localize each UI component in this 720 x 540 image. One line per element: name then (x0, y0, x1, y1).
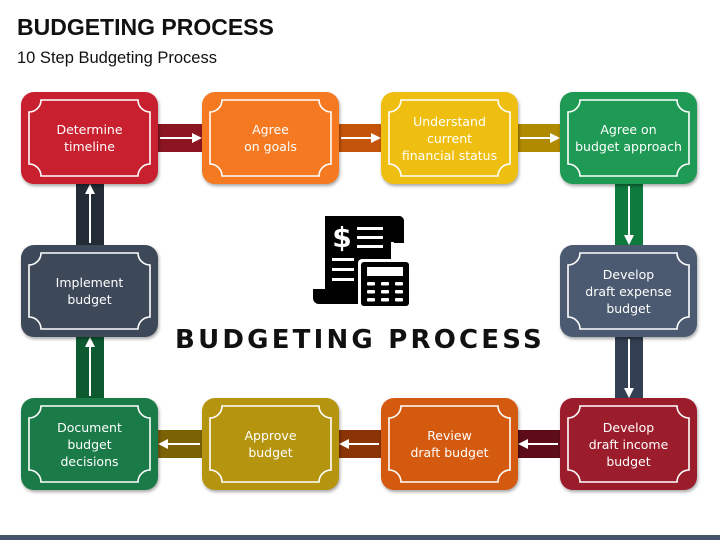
connector-arrow-3 (514, 124, 564, 152)
step-label: Understand current financial status (401, 113, 498, 163)
center-title: BUDGETING PROCESS (175, 325, 545, 355)
footer-bar (0, 535, 720, 540)
step-box-3: Understand current financial status (381, 92, 518, 184)
step-label: Review draft budget (410, 428, 489, 460)
step-label: Determine timeline (56, 122, 123, 154)
connector-arrow-8 (154, 430, 206, 458)
step-box-8: Approve budget (202, 398, 339, 490)
step-box-7: Review draft budget (381, 398, 518, 490)
step-box-1: Determine timeline (21, 92, 158, 184)
connector-arrow-7 (335, 430, 385, 458)
step-box-2: Agree on goals (202, 92, 339, 184)
connector-arrow-1 (154, 124, 206, 152)
step-label: Document budget decisions (57, 419, 122, 469)
slide-title: BUDGETING PROCESS (17, 14, 274, 40)
step-box-9: Document budget decisions (21, 398, 158, 490)
step-label: Develop draft income budget (588, 419, 669, 469)
step-label: Implement budget (55, 275, 124, 307)
connector-arrow-4 (614, 180, 643, 249)
step-box-6: Develop draft income budget (560, 398, 697, 490)
connector-arrow-9 (75, 333, 104, 402)
connector-arrow-5 (614, 333, 643, 402)
step-box-10: Implement budget (21, 245, 158, 337)
step-box-4: Agree on budget approach (560, 92, 697, 184)
svg-text:$: $ (332, 221, 351, 254)
step-label: Agree on goals (244, 122, 297, 154)
budget-receipt-calculator-icon: $ (311, 212, 413, 310)
connector-arrow-2 (335, 124, 385, 152)
connector-arrow-10 (75, 180, 104, 249)
connector-arrow-6 (514, 430, 564, 458)
step-label: Develop draft expense budget (585, 266, 672, 316)
step-box-5: Develop draft expense budget (560, 245, 697, 337)
step-label: Agree on budget approach (575, 122, 682, 154)
slide-subtitle: 10 Step Budgeting Process (17, 49, 217, 67)
step-label: Approve budget (244, 428, 297, 460)
